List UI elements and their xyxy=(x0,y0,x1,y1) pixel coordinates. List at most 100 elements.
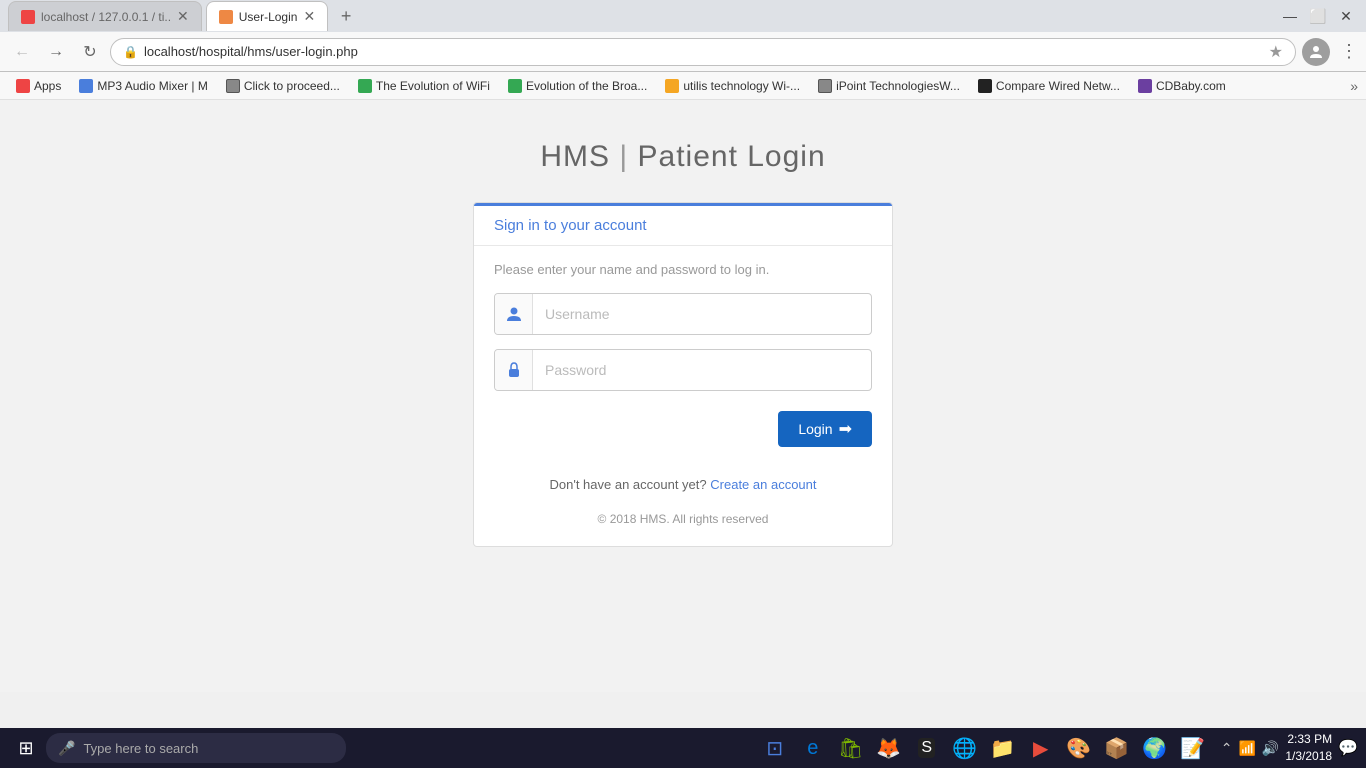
search-microphone-icon: 🎤 xyxy=(58,740,75,757)
bookmark-click-favicon xyxy=(226,79,240,93)
maximize-button[interactable]: ⬜ xyxy=(1306,4,1330,28)
bookmark-ipoint-label: iPoint TechnologiesW... xyxy=(836,79,960,93)
system-tray: ⌃ 📶 🔊 2:33 PM 1/3/2018 💬 xyxy=(1221,731,1358,765)
password-input-group xyxy=(494,349,872,391)
login-button[interactable]: Login ➡ xyxy=(778,411,872,447)
username-input-group xyxy=(494,293,872,335)
clock-date: 1/3/2018 xyxy=(1285,748,1332,765)
browser-menu-icon[interactable]: ⋮ xyxy=(1340,41,1358,62)
username-input[interactable] xyxy=(533,294,871,334)
bookmark-compare-label: Compare Wired Netw... xyxy=(996,79,1120,93)
login-description: Please enter your name and password to l… xyxy=(494,262,872,277)
taskbar: ⊞ 🎤 Type here to search ⊡ e 🛍 🦊 S 🌐 📁 ▶ … xyxy=(0,728,1366,768)
taskbar-chrome[interactable]: 🌐 xyxy=(947,730,983,766)
bookmark-apps-label: Apps xyxy=(34,79,61,93)
new-tab-button[interactable]: + xyxy=(332,2,360,30)
edge-icon: e xyxy=(807,737,818,760)
tab1-favicon xyxy=(21,10,35,24)
taskbar-globe[interactable]: 🌍 xyxy=(1137,730,1173,766)
login-body: Please enter your name and password to l… xyxy=(474,246,892,463)
show-hidden-icon[interactable]: ⌃ xyxy=(1221,740,1233,757)
bookmark-cdbaby-favicon xyxy=(1138,79,1152,93)
profile-icon[interactable] xyxy=(1302,38,1330,66)
clock-time: 2:33 PM xyxy=(1285,731,1332,748)
minimize-button[interactable]: — xyxy=(1278,4,1302,28)
page-title: HMS | Patient Login xyxy=(540,140,825,174)
tab2-close[interactable]: ✕ xyxy=(303,8,315,25)
bookmark-evol[interactable]: Evolution of the Broa... xyxy=(500,75,655,97)
back-button[interactable]: ← xyxy=(8,38,36,66)
bookmark-mp3[interactable]: MP3 Audio Mixer | M xyxy=(71,75,215,97)
bookmark-wifi1[interactable]: The Evolution of WiFi xyxy=(350,75,498,97)
address-bar: ← → ↻ 🔒 localhost/hospital/hms/user-logi… xyxy=(0,32,1366,72)
bookmark-star-icon[interactable]: ★ xyxy=(1269,42,1283,62)
bookmark-ipoint-favicon xyxy=(818,79,832,93)
tab2-favicon xyxy=(219,10,233,24)
create-account-link[interactable]: Create an account xyxy=(710,477,816,492)
bookmark-click-label: Click to proceed... xyxy=(244,79,340,93)
notification-icon[interactable]: 💬 xyxy=(1338,738,1358,758)
taskbar-edge[interactable]: e xyxy=(795,730,831,766)
login-box: Sign in to your account Please enter you… xyxy=(473,202,893,547)
taskbar-search[interactable]: 🎤 Type here to search xyxy=(46,733,346,763)
taskbar-task-view[interactable]: ⊡ xyxy=(757,730,793,766)
superhuman-icon: S xyxy=(918,738,935,758)
start-button[interactable]: ⊞ xyxy=(8,730,44,766)
bookmarks-more-icon[interactable]: » xyxy=(1350,78,1358,94)
taskbar-file-explorer[interactable]: 📁 xyxy=(985,730,1021,766)
window-controls: — ⬜ ✕ xyxy=(1278,4,1358,28)
taskbar-search-placeholder: Type here to search xyxy=(83,741,198,756)
taskbar-notes[interactable]: 📝 xyxy=(1175,730,1211,766)
tab2-title: User-Login xyxy=(239,10,298,24)
windows-icon: ⊞ xyxy=(18,738,33,759)
tab1-title: localhost / 127.0.0.1 / ti... xyxy=(41,10,171,24)
url-bar[interactable]: 🔒 localhost/hospital/hms/user-login.php … xyxy=(110,38,1296,66)
page-title-login: Patient Login xyxy=(638,140,826,173)
browser-tab-2[interactable]: User-Login ✕ xyxy=(206,1,328,31)
bookmark-cdbaby[interactable]: CDBaby.com xyxy=(1130,75,1234,97)
footer-text: © 2018 HMS. All rights reserved xyxy=(474,512,892,526)
bookmarks-bar: Apps MP3 Audio Mixer | M Click to procee… xyxy=(0,72,1366,100)
colorful-app-icon: 🎨 xyxy=(1066,736,1091,761)
orange-app-icon: 📦 xyxy=(1104,736,1129,761)
page-title-hms: HMS xyxy=(540,140,610,173)
login-arrow-icon: ➡ xyxy=(839,419,852,439)
taskbar-firefox[interactable]: 🦊 xyxy=(871,730,907,766)
password-input[interactable] xyxy=(533,350,871,390)
globe-icon: 🌍 xyxy=(1142,736,1167,761)
sign-in-label: Sign in to your account xyxy=(494,217,647,234)
browser-tab-1[interactable]: localhost / 127.0.0.1 / ti... ✕ xyxy=(8,1,202,31)
bookmark-cdbaby-label: CDBaby.com xyxy=(1156,79,1226,93)
bookmark-click[interactable]: Click to proceed... xyxy=(218,75,348,97)
network-icon[interactable]: 📶 xyxy=(1238,740,1255,757)
bookmark-mp3-favicon xyxy=(79,79,93,93)
forward-button[interactable]: → xyxy=(42,38,70,66)
bookmark-ipoint[interactable]: iPoint TechnologiesW... xyxy=(810,75,968,97)
lock-icon: 🔒 xyxy=(123,45,138,59)
login-actions: Login ➡ xyxy=(494,405,872,447)
user-icon xyxy=(495,294,533,334)
firefox-icon: 🦊 xyxy=(876,736,901,761)
taskbar-media[interactable]: ▶ xyxy=(1023,730,1059,766)
bookmark-wifi1-label: The Evolution of WiFi xyxy=(376,79,490,93)
url-text: localhost/hospital/hms/user-login.php xyxy=(144,44,1263,59)
tab1-close[interactable]: ✕ xyxy=(177,8,189,25)
taskbar-colorful[interactable]: 🎨 xyxy=(1061,730,1097,766)
create-account-row: Don't have an account yet? Create an acc… xyxy=(474,463,892,492)
task-view-icon: ⊡ xyxy=(766,736,783,761)
file-explorer-icon: 📁 xyxy=(990,736,1015,761)
bookmark-apps[interactable]: Apps xyxy=(8,75,69,97)
taskbar-store[interactable]: 🛍 xyxy=(833,730,869,766)
bookmark-apps-favicon xyxy=(16,79,30,93)
system-clock[interactable]: 2:33 PM 1/3/2018 xyxy=(1285,731,1332,765)
bookmark-compare[interactable]: Compare Wired Netw... xyxy=(970,75,1128,97)
bookmark-utilis-label: utilis technology Wi-... xyxy=(683,79,800,93)
bookmark-utilis[interactable]: utilis technology Wi-... xyxy=(657,75,808,97)
close-button[interactable]: ✕ xyxy=(1334,4,1358,28)
page-content: HMS | Patient Login Sign in to your acco… xyxy=(0,100,1366,692)
taskbar-orange-app[interactable]: 📦 xyxy=(1099,730,1135,766)
page-title-pipe: | xyxy=(619,140,637,173)
taskbar-superhuman[interactable]: S xyxy=(909,730,945,766)
volume-icon[interactable]: 🔊 xyxy=(1262,740,1279,757)
refresh-button[interactable]: ↻ xyxy=(76,38,104,66)
